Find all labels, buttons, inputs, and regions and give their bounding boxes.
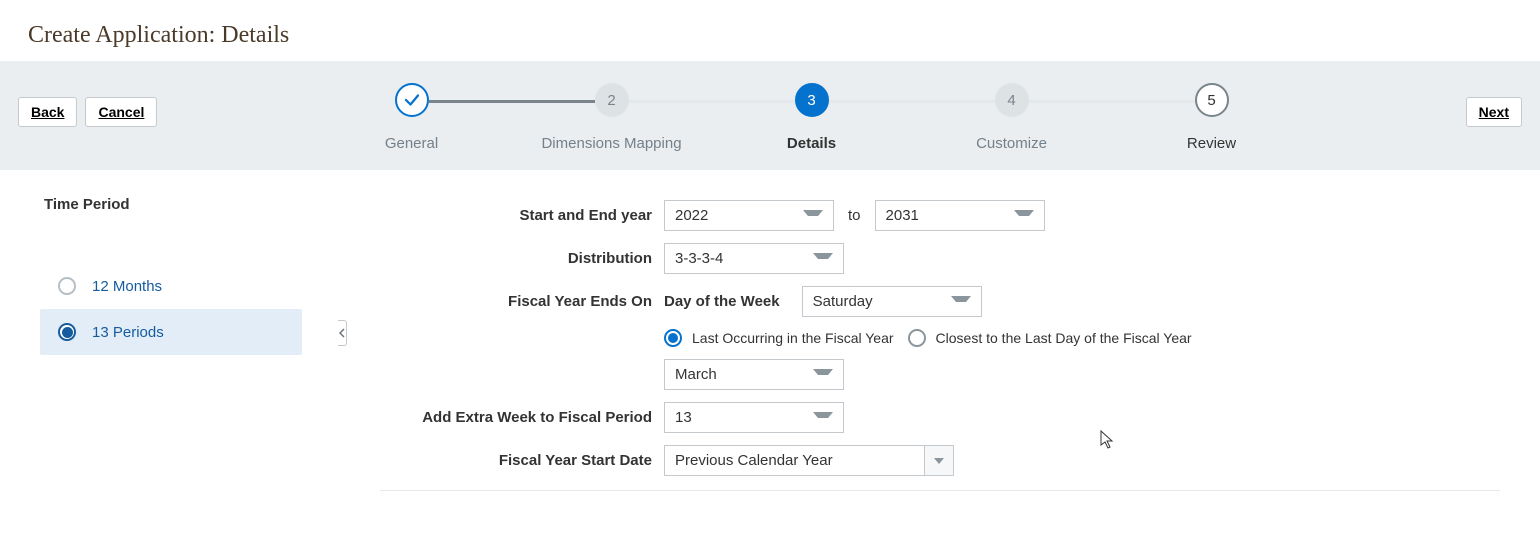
collapse-handle[interactable] bbox=[338, 320, 347, 346]
radio-icon bbox=[908, 329, 926, 347]
step-general[interactable]: General bbox=[312, 83, 512, 152]
period-type-sidebar: 12 Months 13 Periods bbox=[40, 263, 302, 355]
step-label: Details bbox=[712, 135, 912, 152]
fy-start-date-value: Previous Calendar Year bbox=[664, 445, 924, 476]
to-text: to bbox=[848, 207, 861, 224]
connector bbox=[1029, 100, 1195, 103]
day-of-week-select[interactable]: Saturday bbox=[802, 286, 982, 317]
wizard-bar: Back Cancel General 2 Dimensions Mapping… bbox=[0, 61, 1540, 170]
back-button[interactable]: Back bbox=[18, 97, 77, 127]
wizard-steps: General 2 Dimensions Mapping 3 Details 4… bbox=[157, 83, 1465, 152]
label-day-of-week: Day of the Week bbox=[664, 293, 780, 310]
next-button[interactable]: Next bbox=[1466, 97, 1522, 127]
step-number: 5 bbox=[1195, 83, 1229, 117]
radio-label: Closest to the Last Day of the Fiscal Ye… bbox=[936, 330, 1192, 346]
radio-icon bbox=[58, 323, 76, 341]
check-icon bbox=[395, 83, 429, 117]
label-fiscal-year-ends-on: Fiscal Year Ends On bbox=[380, 293, 664, 310]
step-number: 4 bbox=[995, 83, 1029, 117]
step-dimensions-mapping[interactable]: 2 Dimensions Mapping bbox=[512, 83, 712, 152]
step-label: Review bbox=[1112, 135, 1312, 152]
sidebar-item-12-months[interactable]: 12 Months bbox=[40, 263, 302, 309]
label-start-end-year: Start and End year bbox=[380, 207, 664, 224]
chevron-left-icon bbox=[339, 328, 345, 338]
sidebar-item-13-periods[interactable]: 13 Periods bbox=[40, 309, 302, 355]
sidebar-item-label: 12 Months bbox=[92, 278, 162, 295]
section-title: Time Period bbox=[44, 196, 340, 213]
step-label: Customize bbox=[912, 135, 1112, 152]
content: Time Period 12 Months 13 Periods Start a… bbox=[0, 170, 1540, 511]
radio-last-occurring[interactable]: Last Occurring in the Fiscal Year bbox=[664, 329, 894, 347]
fy-end-month-select[interactable]: March bbox=[664, 359, 844, 390]
step-details[interactable]: 3 Details bbox=[712, 83, 912, 152]
cancel-button[interactable]: Cancel bbox=[85, 97, 157, 127]
label-fy-start-date: Fiscal Year Start Date bbox=[380, 452, 664, 469]
start-year-select[interactable]: 2022 bbox=[664, 200, 834, 231]
label-distribution: Distribution bbox=[380, 250, 664, 267]
fy-start-date-select[interactable]: Previous Calendar Year bbox=[664, 445, 954, 476]
connector bbox=[829, 100, 995, 103]
page-title: Create Application: Details bbox=[28, 22, 1540, 49]
distribution-select[interactable]: 3-3-3-4 bbox=[664, 243, 844, 274]
connector bbox=[629, 100, 795, 103]
radio-icon bbox=[58, 277, 76, 295]
divider bbox=[380, 490, 1500, 491]
step-number: 2 bbox=[595, 83, 629, 117]
radio-closest-last-day[interactable]: Closest to the Last Day of the Fiscal Ye… bbox=[908, 329, 1192, 347]
radio-icon bbox=[664, 329, 682, 347]
label-extra-week: Add Extra Week to Fiscal Period bbox=[380, 409, 664, 426]
step-number: 3 bbox=[795, 83, 829, 117]
step-customize[interactable]: 4 Customize bbox=[912, 83, 1112, 152]
step-label: Dimensions Mapping bbox=[512, 135, 712, 152]
sidebar-item-label: 13 Periods bbox=[92, 324, 164, 341]
step-review[interactable]: 5 Review bbox=[1112, 83, 1312, 152]
connector bbox=[429, 100, 595, 103]
radio-label: Last Occurring in the Fiscal Year bbox=[692, 330, 894, 346]
extra-week-select[interactable]: 13 bbox=[664, 402, 844, 433]
step-label: General bbox=[312, 135, 512, 152]
end-year-select[interactable]: 2031 bbox=[875, 200, 1045, 231]
chevron-down-icon[interactable] bbox=[924, 445, 954, 476]
form-area: Start and End year 2022 to 2031 Distribu… bbox=[340, 190, 1500, 491]
